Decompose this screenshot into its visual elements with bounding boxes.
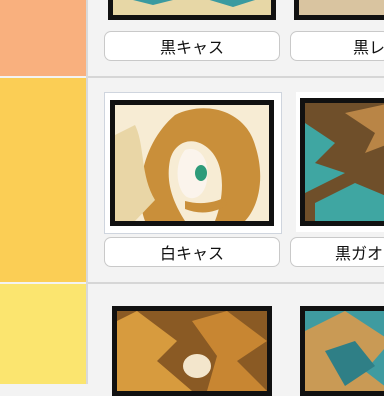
character-name-button[interactable]: 黒ガオ <box>290 237 384 267</box>
character-name-button[interactable]: 黒キャス <box>104 31 280 61</box>
character-name: 白キャス <box>159 244 224 263</box>
character-thumbnail[interactable] <box>300 306 384 396</box>
character-name: 黒レ <box>353 38 384 57</box>
character-name: 黒ガオ <box>335 244 384 263</box>
row-divider <box>88 76 384 78</box>
black-gao-portrait-icon <box>305 103 384 221</box>
character-portrait-icon <box>305 311 384 391</box>
character-thumbnail[interactable] <box>300 98 384 226</box>
tier-band-2 <box>0 78 86 282</box>
white-cas-portrait-icon <box>115 105 269 221</box>
tier-band-1 <box>0 0 86 76</box>
tier-band-3 <box>0 284 86 384</box>
character-thumbnail[interactable] <box>294 0 384 20</box>
character-thumbnail[interactable] <box>110 100 274 226</box>
character-thumbnail[interactable] <box>112 306 272 396</box>
row-divider <box>88 282 384 284</box>
character-name: 黒キャス <box>159 38 224 57</box>
character-name-button[interactable]: 黒レ <box>290 31 384 61</box>
character-name-button[interactable]: 白キャス <box>104 237 280 267</box>
tier-divider <box>86 0 88 384</box>
character-portrait-icon <box>117 311 267 391</box>
character-thumbnail[interactable] <box>108 0 276 20</box>
